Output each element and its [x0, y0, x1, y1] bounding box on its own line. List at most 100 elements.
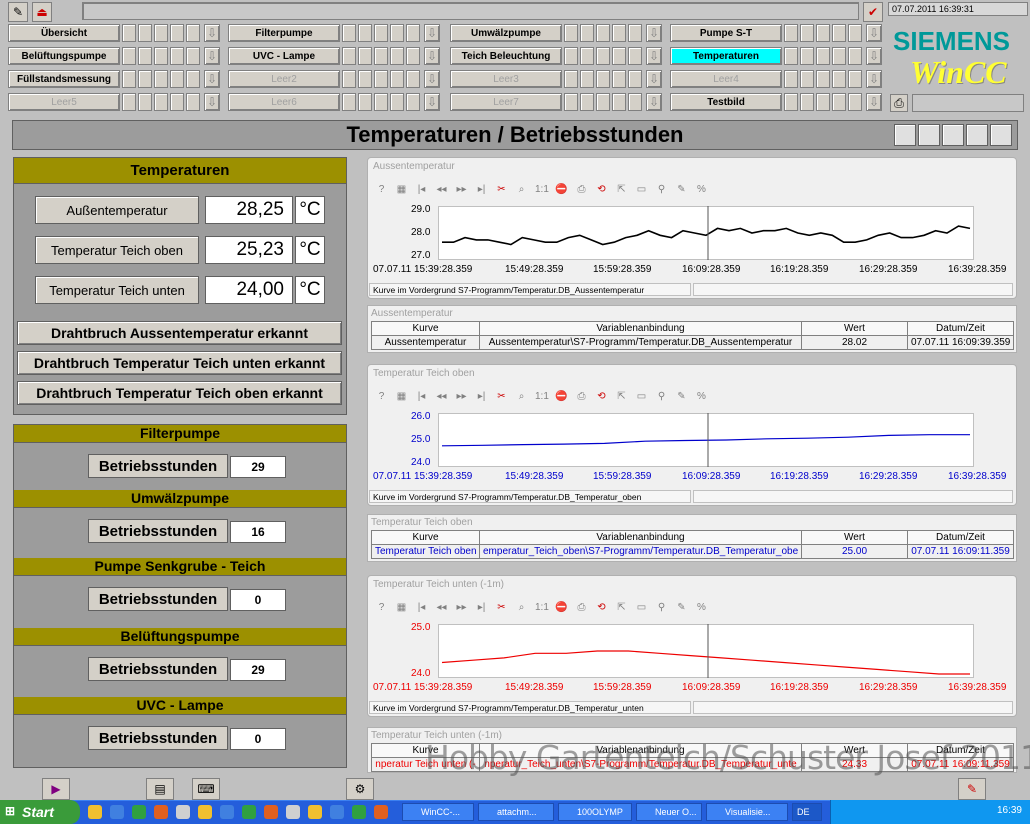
nav-down-arrow-icon[interactable]: ⇩: [424, 24, 440, 42]
value-table-header[interactable]: Datum/Zeit: [907, 321, 1014, 336]
nav-button-leer6[interactable]: Leer6: [228, 93, 340, 111]
trend-tool-icon[interactable]: ?: [375, 391, 388, 402]
quicklaunch-icon[interactable]: [220, 805, 234, 819]
trend-tool-icon[interactable]: ▸|: [475, 602, 488, 613]
taskbar-task[interactable]: attachm...: [478, 803, 554, 821]
nav-down-arrow-icon[interactable]: ⇩: [646, 70, 662, 88]
trend-tool-icon[interactable]: ⚲: [655, 184, 668, 195]
keyboard-icon[interactable]: ⌨: [192, 778, 220, 800]
trend-tool-icon[interactable]: ⛔: [555, 184, 568, 195]
taskbar-task[interactable]: WinCC-...: [402, 803, 474, 821]
quicklaunch-icon[interactable]: [374, 805, 388, 819]
trend-tool-icon[interactable]: ⌕: [515, 391, 528, 402]
trend-tool-icon[interactable]: ✂: [495, 184, 508, 195]
trend-tool-icon[interactable]: ▦: [395, 184, 408, 195]
trend-tool-icon[interactable]: ⟲: [595, 602, 608, 613]
nav-down-arrow-icon[interactable]: ⇩: [646, 24, 662, 42]
quicklaunch-icon[interactable]: [242, 805, 256, 819]
trend-tool-icon[interactable]: 1:1: [535, 602, 549, 613]
value-table-header[interactable]: Wert: [801, 530, 908, 545]
edit-icon[interactable]: ✎: [958, 778, 986, 800]
trend-tool-icon[interactable]: ▸▸: [455, 602, 468, 613]
alarm-icon[interactable]: ✔: [863, 2, 883, 22]
nav-button-leer5[interactable]: Leer5: [8, 93, 120, 111]
quicklaunch-icon[interactable]: [264, 805, 278, 819]
trend-tool-icon[interactable]: ⌕: [515, 184, 528, 195]
trend-tool-icon[interactable]: ⎙: [575, 184, 588, 195]
quicklaunch-icon[interactable]: [110, 805, 124, 819]
trend-tool-icon[interactable]: ▭: [635, 391, 648, 402]
trend-tool-icon[interactable]: ⚲: [655, 391, 668, 402]
nav-down-arrow-icon[interactable]: ⇩: [424, 93, 440, 111]
nav-down-arrow-icon[interactable]: ⇩: [866, 70, 882, 88]
nav-down-arrow-icon[interactable]: ⇩: [646, 47, 662, 65]
trend-tool-icon[interactable]: ✎: [675, 602, 688, 613]
trend-tool-icon[interactable]: ▭: [635, 184, 648, 195]
value-table-header[interactable]: Datum/Zeit: [907, 530, 1014, 545]
nav-down-arrow-icon[interactable]: ⇩: [646, 93, 662, 111]
title-button-1[interactable]: [894, 124, 916, 146]
trend-tool-icon[interactable]: %: [695, 391, 708, 402]
nav-down-arrow-icon[interactable]: ⇩: [204, 47, 220, 65]
taskbar-task[interactable]: 100OLYMP: [558, 803, 632, 821]
value-table-header[interactable]: Variablenanbindung: [479, 321, 802, 336]
trend-tool-icon[interactable]: ◂◂: [435, 184, 448, 195]
nav-button-leer4[interactable]: Leer4: [670, 70, 782, 88]
trend-tool-icon[interactable]: ▸▸: [455, 391, 468, 402]
start-button[interactable]: ⊞ Start: [0, 800, 80, 824]
trend-tool-icon[interactable]: 1:1: [535, 184, 549, 195]
trend-tool-icon[interactable]: ⎙: [575, 391, 588, 402]
trend-tool-icon[interactable]: ✂: [495, 602, 508, 613]
nav-button-temperaturen[interactable]: Temperaturen: [670, 47, 782, 65]
trend-tool-icon[interactable]: ▸▸: [455, 184, 468, 195]
nav-down-arrow-icon[interactable]: ⇩: [424, 70, 440, 88]
taskbar-task[interactable]: Neuer O...: [636, 803, 702, 821]
trend-tool-icon[interactable]: %: [695, 184, 708, 195]
nav-down-arrow-icon[interactable]: ⇩: [204, 70, 220, 88]
trend-tool-icon[interactable]: |◂: [415, 184, 428, 195]
trend-tool-icon[interactable]: ⛔: [555, 391, 568, 402]
nav-button-umwälzpumpe[interactable]: Umwälzpumpe: [450, 24, 562, 42]
nav-button-testbild[interactable]: Testbild: [670, 93, 782, 111]
trend-tool-icon[interactable]: ⎙: [575, 602, 588, 613]
trend-tool-icon[interactable]: ▸|: [475, 184, 488, 195]
taskbar-task[interactable]: Visualisie...: [706, 803, 788, 821]
nav-down-arrow-icon[interactable]: ⇩: [866, 93, 882, 111]
pencil-icon[interactable]: ✎: [8, 2, 28, 22]
quicklaunch-icon[interactable]: [154, 805, 168, 819]
quicklaunch-icon[interactable]: [352, 805, 366, 819]
trend-tool-icon[interactable]: ✎: [675, 391, 688, 402]
trend-tool-icon[interactable]: ⟲: [595, 184, 608, 195]
value-table-header[interactable]: Kurve: [371, 321, 480, 336]
trend-tool-icon[interactable]: ⇱: [615, 184, 628, 195]
nav-button-pumpe-s-t[interactable]: Pumpe S-T: [670, 24, 782, 42]
nav-down-arrow-icon[interactable]: ⇩: [204, 24, 220, 42]
trend-tool-icon[interactable]: ⟲: [595, 391, 608, 402]
quicklaunch-icon[interactable]: [176, 805, 190, 819]
trend-tool-icon[interactable]: %: [695, 602, 708, 613]
trend-tool-icon[interactable]: ⚲: [655, 602, 668, 613]
nav-down-arrow-icon[interactable]: ⇩: [424, 47, 440, 65]
play-icon[interactable]: ▶: [42, 778, 70, 800]
trend-tool-icon[interactable]: ▦: [395, 391, 408, 402]
quicklaunch-icon[interactable]: [286, 805, 300, 819]
nav-button-filterpumpe[interactable]: Filterpumpe: [228, 24, 340, 42]
value-table-header[interactable]: Wert: [801, 321, 908, 336]
trend-tool-icon[interactable]: ✂: [495, 391, 508, 402]
trend-tool-icon[interactable]: ⇱: [615, 391, 628, 402]
nav-button-belüftungspumpe[interactable]: Belüftungspumpe: [8, 47, 120, 65]
title-button-2[interactable]: [918, 124, 940, 146]
printer-icon[interactable]: ⎙: [890, 94, 908, 112]
trend-tool-icon[interactable]: ▦: [395, 602, 408, 613]
trend-tool-icon[interactable]: ▸|: [475, 391, 488, 402]
trend-tool-icon[interactable]: ?: [375, 184, 388, 195]
trend-tool-icon[interactable]: ⇱: [615, 602, 628, 613]
value-table-header[interactable]: Kurve: [371, 530, 480, 545]
trend-tool-icon[interactable]: 1:1: [535, 391, 549, 402]
trend-tool-icon[interactable]: ✎: [675, 184, 688, 195]
title-button-4[interactable]: [966, 124, 988, 146]
nav-button-leer2[interactable]: Leer2: [228, 70, 340, 88]
quicklaunch-icon[interactable]: [198, 805, 212, 819]
nav-down-arrow-icon[interactable]: ⇩: [866, 24, 882, 42]
nav-button-leer3[interactable]: Leer3: [450, 70, 562, 88]
